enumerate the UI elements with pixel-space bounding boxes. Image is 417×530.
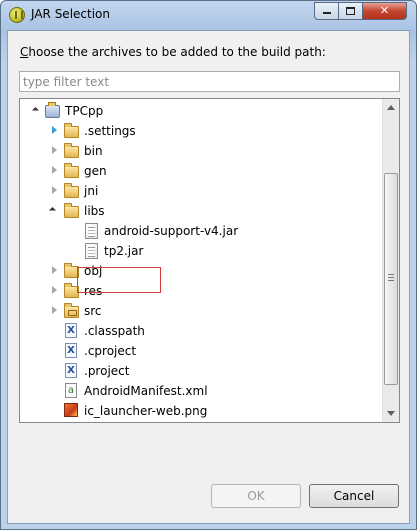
- tree-item-tpcpp[interactable]: TPCpp: [20, 101, 380, 121]
- folder-icon: [64, 203, 79, 218]
- close-button[interactable]: ✕: [362, 2, 407, 20]
- xml-file-icon: X: [65, 363, 77, 378]
- maximize-icon: [346, 7, 355, 15]
- folder-icon: [64, 143, 79, 158]
- scrollbar-thumb[interactable]: [384, 173, 398, 385]
- tree-item-settings[interactable]: .settings: [20, 121, 380, 141]
- tp2-jar-highlight-box: [77, 267, 161, 293]
- tree-item-label: tp2.jar: [104, 244, 144, 258]
- xml-file-icon: X: [65, 323, 77, 338]
- tree-item-src[interactable]: src: [20, 301, 380, 321]
- tree-item-label: bin: [84, 144, 103, 158]
- folder-icon: [64, 163, 79, 178]
- collapsed-arrow-icon[interactable]: [50, 146, 59, 155]
- dialog-prompt: Choose the archives to be added to the b…: [20, 45, 326, 59]
- app-icon: [9, 7, 25, 23]
- title-bar[interactable]: JAR Selection ✕: [1, 1, 416, 29]
- prompt-text: hoose the archives to be added to the bu…: [28, 45, 326, 59]
- android-manifest-icon: a: [65, 383, 77, 398]
- collapsed-arrow-icon[interactable]: [50, 166, 59, 175]
- collapsed-arrow-icon[interactable]: [50, 186, 59, 195]
- tree-item-label: jni: [84, 184, 99, 198]
- maximize-button[interactable]: [338, 2, 363, 20]
- tree-item-android-support-jar[interactable]: android-support-v4.jar: [20, 221, 380, 241]
- collapsed-arrow-icon[interactable]: [50, 306, 59, 315]
- tree-item-label: TPCpp: [65, 104, 104, 118]
- collapsed-arrow-icon[interactable]: [50, 286, 59, 295]
- expanded-arrow-icon[interactable]: [33, 106, 42, 115]
- tree-item-cproject[interactable]: X .cproject: [20, 341, 380, 361]
- tree-item-android-manifest[interactable]: a AndroidManifest.xml: [20, 381, 380, 401]
- tree-item-tp2-jar[interactable]: tp2.jar: [20, 241, 380, 261]
- tree-item-project[interactable]: X .project: [20, 361, 380, 381]
- tree-item-label: AndroidManifest.xml: [84, 384, 208, 398]
- tree-item-obj[interactable]: obj: [20, 261, 380, 281]
- collapsed-arrow-icon[interactable]: [50, 126, 59, 135]
- jar-selection-window: JAR Selection ✕ Choose the archives to b…: [0, 0, 417, 530]
- scroll-up-arrow-icon[interactable]: [383, 99, 399, 116]
- window-title: JAR Selection: [31, 7, 110, 21]
- tree-item-label: .cproject: [84, 344, 137, 358]
- cancel-button[interactable]: Cancel: [309, 484, 399, 508]
- archive-tree[interactable]: TPCpp .settings bin gen jni libs android…: [19, 98, 400, 423]
- package-folder-icon: [64, 303, 79, 318]
- dialog-body: Choose the archives to be added to the b…: [7, 30, 410, 524]
- minimize-icon: [322, 12, 331, 14]
- folder-icon: [64, 183, 79, 198]
- expanded-arrow-icon[interactable]: [50, 206, 59, 215]
- tree-item-libs[interactable]: libs: [20, 201, 380, 221]
- scrollbar-grip-icon: [388, 274, 394, 281]
- tree-item-label: gen: [84, 164, 107, 178]
- tree-item-classpath[interactable]: X .classpath: [20, 321, 380, 341]
- tree-item-ic-launcher-png[interactable]: ic_launcher-web.png: [20, 401, 380, 421]
- filter-input[interactable]: [19, 71, 400, 92]
- tree-item-jni[interactable]: jni: [20, 181, 380, 201]
- png-file-icon: [64, 403, 78, 417]
- tree-item-label: ic_launcher-web.png: [84, 404, 208, 418]
- minimize-button[interactable]: [314, 2, 339, 20]
- jar-icon: [85, 243, 98, 259]
- ok-button[interactable]: OK: [211, 484, 301, 508]
- collapsed-arrow-icon[interactable]: [50, 266, 59, 275]
- tree-item-label: .project: [84, 364, 130, 378]
- tree-item-gen[interactable]: gen: [20, 161, 380, 181]
- close-icon: ✕: [379, 4, 390, 17]
- tree-item-res[interactable]: res: [20, 281, 380, 301]
- tree-item-label: .classpath: [84, 324, 145, 338]
- tree-item-bin[interactable]: bin: [20, 141, 380, 161]
- tree-item-label: .settings: [84, 124, 136, 138]
- tree-item-label: src: [84, 304, 102, 318]
- jar-icon: [85, 223, 98, 239]
- project-icon: [45, 102, 60, 118]
- tree-vertical-scrollbar[interactable]: [382, 99, 399, 422]
- folder-icon: [64, 123, 79, 138]
- tree-item-label: libs: [84, 204, 105, 218]
- xml-file-icon: X: [65, 343, 77, 358]
- scroll-down-arrow-icon[interactable]: [383, 405, 399, 422]
- tree-item-label: android-support-v4.jar: [104, 224, 239, 238]
